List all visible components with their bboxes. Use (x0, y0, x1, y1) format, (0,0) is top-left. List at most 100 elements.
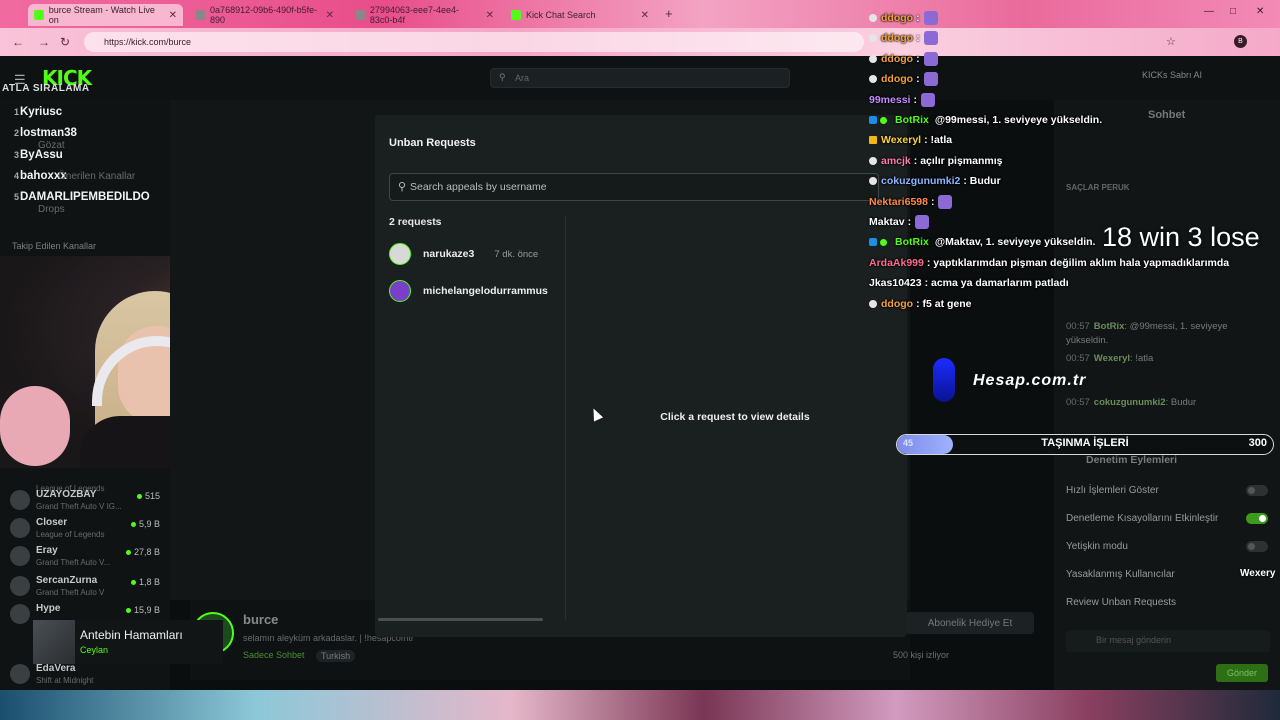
chat-username[interactable]: BotRix (1094, 321, 1125, 332)
moderation-option[interactable]: Yetişkin modu (1066, 535, 1270, 557)
overlay-chat-line: amcjk: açılır pişmanmış (869, 152, 1002, 170)
leaderboard-rank: 5 (14, 192, 20, 202)
list-scrollbar[interactable] (378, 618, 543, 621)
overlay-chat-user: cokuzgunumki2 (881, 175, 961, 188)
overlay-chat-line: ddogo: (869, 50, 938, 68)
kicks-ai-button[interactable]: KICKs Sabrı AI (1142, 70, 1202, 80)
modal-divider (565, 215, 566, 620)
overlay-chat-user: Wexeryl (881, 134, 922, 147)
profile-avatar[interactable]: B (1234, 35, 1247, 48)
site-search-placeholder: Ara (515, 73, 530, 83)
user-badge-icon (869, 14, 877, 22)
toggle-switch[interactable] (1246, 512, 1268, 524)
tab-close-icon[interactable]: ✕ (169, 10, 177, 21)
url-field[interactable]: https://kick.com/burce (84, 32, 864, 52)
now-playing-artist: Ceylan (80, 645, 109, 655)
new-tab-button[interactable]: + (665, 6, 673, 21)
reload-icon[interactable]: ↻ (60, 35, 70, 49)
appeals-search-field[interactable]: ⚲ (389, 173, 879, 201)
channel-avatar (10, 576, 30, 596)
moderation-option-label: Yasaklanmış Kullanıcılar (1066, 568, 1175, 580)
site-search-input[interactable]: ⚲ Ara (490, 68, 790, 88)
overlay-chat-line: ArdaAk999: yaptıklarımdan pişman değilim… (869, 254, 1229, 272)
overlay-chat-user: 99messi (869, 93, 911, 106)
chat-text: : !atla (1130, 353, 1154, 364)
overlay-chat-user: amcjk (881, 154, 911, 167)
requester-avatar (389, 243, 411, 265)
stream-category[interactable]: Sadece Sohbet (243, 650, 305, 660)
sidebar-nav-item[interactable]: Gözat (38, 140, 65, 151)
bot-badge-icon (869, 116, 877, 124)
leaderboard-title: ATLA SIRALAMA (2, 83, 90, 94)
overlay-chat-user: Jkas10423 (869, 277, 922, 290)
channel-game: Shift at Midnight (36, 676, 94, 685)
send-button[interactable]: Gönder (1216, 664, 1268, 682)
browser-tab[interactable]: 27994063-eee7-4ee4-83c0-b4f ✕ (350, 4, 500, 26)
moderation-option[interactable]: Denetleme Kısayollarını Etkinleştir (1066, 507, 1270, 529)
close-window-icon[interactable]: ✕ (1256, 6, 1264, 17)
toggle-switch[interactable] (1246, 540, 1268, 552)
followed-channels-title: Takip Edilen Kanallar (12, 241, 97, 251)
tab-close-icon[interactable]: ✕ (326, 10, 334, 21)
requester-username: narukaze3 (423, 248, 475, 260)
overlay-chat-user: ddogo (881, 73, 914, 86)
hesap-logo-icon (933, 358, 955, 402)
decorative-banner (0, 690, 1280, 720)
tab-title: burce Stream - Watch Live on (48, 5, 155, 25)
unban-request-item[interactable]: michelangelodurrammus (389, 277, 589, 305)
chat-text: yükseldin. (1066, 335, 1109, 346)
followed-channel[interactable]: SercanZurna Grand Theft Auto V 1,8 B (10, 574, 160, 602)
chat-username[interactable]: cokuzgunumki2 (1094, 397, 1166, 408)
channel-viewers: 27,8 B (126, 547, 160, 557)
maximize-icon[interactable]: □ (1230, 6, 1236, 17)
moderation-option[interactable]: Review Unban Requests (1066, 591, 1270, 613)
leaderboard-rank: 3 (14, 150, 20, 160)
sidebar-nav-item[interactable]: Drops (38, 204, 65, 215)
streamer-name[interactable]: burce (243, 612, 278, 627)
moderation-option[interactable]: Hızlı İşlemleri Göster (1066, 479, 1270, 501)
browser-tab[interactable]: Kick Chat Search ✕ (505, 4, 655, 26)
overlay-chat-line: 99messi: (869, 91, 935, 109)
channel-name: Hype (36, 603, 61, 614)
appeals-search-input[interactable] (410, 174, 870, 200)
overlay-chat-user: ddogo (881, 12, 914, 24)
tab-close-icon[interactable]: ✕ (486, 10, 494, 21)
overlay-chat-message: : (916, 73, 920, 86)
overlay-chat-message: : (916, 52, 920, 65)
channel-viewers: 515 (137, 491, 160, 501)
search-icon: ⚲ (398, 181, 407, 193)
overlay-chat-user: ddogo (881, 32, 914, 45)
back-icon[interactable]: ← (12, 35, 24, 49)
bookmark-star-icon[interactable]: ☆ (1166, 35, 1176, 48)
gift-subscription-button[interactable]: Abonelik Hediye Et (906, 612, 1034, 634)
followed-channel[interactable]: EdaVera Shift at Midnight (10, 662, 160, 690)
chat-message-input[interactable]: Bir mesaj gönderin (1066, 630, 1270, 652)
sidebar-nav-item[interactable]: Önerilen Kanallar (58, 171, 135, 182)
followed-channel[interactable]: Eray Grand Theft Auto V... 27,8 B (10, 544, 160, 572)
overlay-chat-line: BotRix @Maktav, 1. seviyeye yükseldin. (869, 233, 1095, 251)
toggle-switch[interactable] (1246, 484, 1268, 496)
user-badge-icon (869, 299, 877, 308)
moderation-actions-title[interactable]: Denetim Eylemleri (1086, 454, 1177, 466)
overlay-chat-message: : (916, 12, 920, 24)
user-badge-icon (869, 156, 877, 165)
emote-icon (923, 11, 938, 25)
unban-request-item[interactable]: narukaze3 7 dk. önce (389, 240, 589, 268)
minimize-icon[interactable]: — (1204, 6, 1214, 17)
user-badge-icon (869, 75, 877, 84)
stream-language-tag[interactable]: Turkish (316, 650, 356, 662)
tab-title: 0a768912-09b6-490f-b5fe-890 (210, 5, 318, 25)
leaderboard-rank: 2 (14, 128, 20, 138)
chat-username[interactable]: Wexeryl (1094, 353, 1130, 364)
channel-name: UZAYOZBAY (36, 489, 97, 500)
tab-favicon-icon (356, 10, 365, 20)
followed-channel[interactable]: UZAYOZBAY Grand Theft Auto V IG... 515 (10, 488, 160, 516)
browser-tab[interactable]: 0a768912-09b6-490f-b5fe-890 ✕ (190, 4, 340, 26)
overlay-chat-line: Nektari6598: (869, 193, 953, 211)
chat-panel-message: 00:57 BotRix: @99messi, 1. seviyeye (1066, 321, 1228, 332)
browser-tab[interactable]: burce Stream - Watch Live on ✕ (28, 4, 183, 26)
followed-channel[interactable]: Closer League of Legends 5,9 B (10, 516, 160, 544)
tab-close-icon[interactable]: ✕ (641, 10, 649, 21)
forward-icon[interactable]: → (38, 35, 50, 49)
emote-icon (923, 31, 938, 46)
